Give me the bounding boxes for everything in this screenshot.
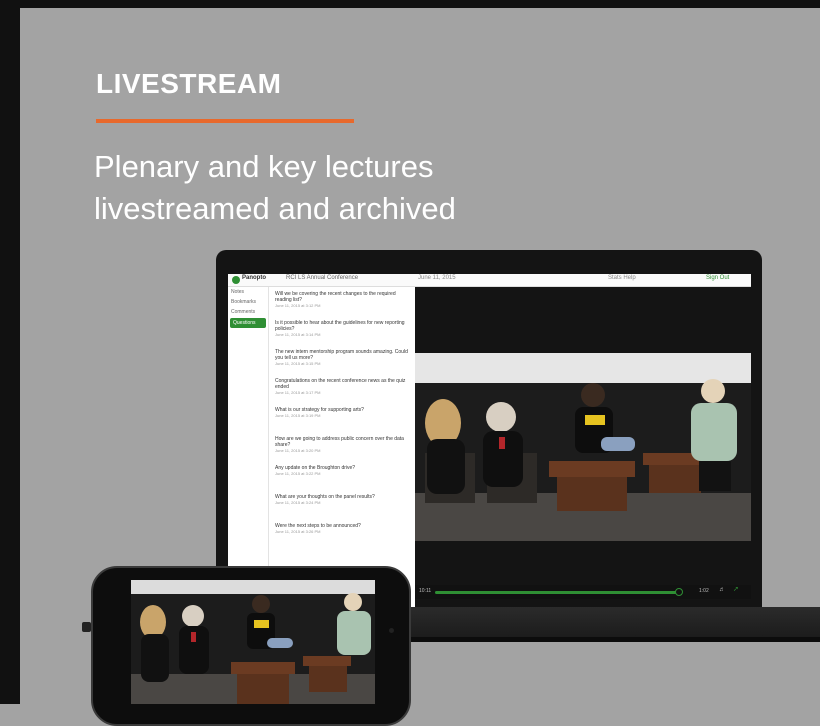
nav-item-questions[interactable]: Questions [230, 318, 266, 328]
question-item[interactable]: The new intern mentorship program sounds… [269, 345, 415, 369]
section-subtitle: Plenary and key lectures livestreamed an… [94, 146, 614, 230]
question-item[interactable]: Any update on the Broughton drive? June … [269, 461, 415, 485]
frame-top-border [0, 0, 820, 8]
question-item[interactable]: What is our strategy for supporting arts… [269, 403, 415, 427]
question-item[interactable]: Will we be covering the recent changes t… [269, 287, 415, 311]
side-nav: Notes Bookmarks Comments Questions [228, 287, 269, 608]
player-controls: 10:11 1:02 ♬ ➚ [415, 585, 751, 599]
phone-panel-scene [131, 580, 375, 704]
question-meta: June 11, 2015 at 3:20 PM [275, 448, 321, 453]
question-meta: June 11, 2015 at 3:17 PM [275, 390, 321, 395]
rate-icon[interactable]: ➚ [733, 585, 739, 593]
nav-item-comments[interactable]: Comments [228, 307, 268, 317]
laptop-device: Panopto RCI LS Annual Conference June 11… [216, 250, 762, 610]
section-heading: LIVESTREAM [96, 68, 282, 99]
question-meta: June 11, 2015 at 3:14 PM [275, 332, 321, 337]
question-meta: June 11, 2015 at 3:12 PM [275, 303, 321, 308]
phone-camera-dot [389, 628, 394, 633]
question-text: Is it possible to hear about the guideli… [275, 320, 405, 332]
question-meta: June 11, 2015 at 3:22 PM [275, 471, 321, 476]
frame-left-border [0, 0, 20, 704]
session-title: RCI LS Annual Conference [286, 275, 359, 281]
question-meta: June 11, 2015 at 3:15 PM [275, 361, 321, 366]
question-item[interactable]: Congratulations on the recent conference… [269, 374, 415, 398]
question-item[interactable]: Were the next steps to be announced? Jun… [269, 519, 415, 543]
laptop-screen: Panopto RCI LS Annual Conference June 11… [228, 274, 751, 608]
heading-underline [96, 119, 354, 123]
laptop-keyboard-base [380, 607, 820, 641]
header-menu[interactable]: Stats Help [608, 275, 636, 281]
question-item[interactable]: Is it possible to hear about the guideli… [269, 316, 415, 340]
questions-panel: Will we be covering the recent changes t… [269, 287, 416, 608]
sign-out-link[interactable]: Sign Out [706, 275, 729, 281]
question-text: How are we going to address public conce… [275, 436, 404, 448]
phone-side-button [82, 622, 91, 632]
question-meta: June 11, 2015 at 3:24 PM [275, 500, 321, 505]
duration: 1:02 [699, 588, 709, 594]
nav-item-bookmarks[interactable]: Bookmarks [228, 297, 268, 307]
subtitle-line-2: livestreamed and archived [94, 191, 456, 226]
volume-icon[interactable]: ♬ [719, 587, 725, 593]
laptop-edge [380, 637, 820, 642]
subtitle-line-1: Plenary and key lectures [94, 149, 434, 184]
video-frame[interactable] [415, 353, 751, 541]
question-meta: June 11, 2015 at 3:26 PM [275, 529, 321, 534]
panel-discussion-scene [415, 353, 751, 541]
nav-item-notes[interactable]: Notes [228, 287, 268, 297]
app-header-bar: Panopto RCI LS Annual Conference June 11… [228, 274, 751, 287]
panopto-logo-icon [232, 276, 240, 284]
question-text: Will we be covering the recent changes t… [275, 291, 396, 303]
question-meta: June 11, 2015 at 3:19 PM [275, 413, 321, 418]
phone-video-frame[interactable] [131, 580, 375, 704]
progress-track[interactable] [435, 591, 679, 594]
session-date: June 11, 2015 [418, 275, 456, 281]
current-time: 10:11 [419, 588, 432, 594]
question-text: The new intern mentorship program sounds… [275, 349, 408, 361]
question-item[interactable]: What are your thoughts on the panel resu… [269, 490, 415, 514]
app-name: Panopto [242, 275, 266, 281]
question-item[interactable]: How are we going to address public conce… [269, 432, 415, 456]
question-text: Congratulations on the recent conference… [275, 378, 406, 390]
progress-knob[interactable] [675, 588, 683, 596]
video-player[interactable]: 10:11 1:02 ♬ ➚ [415, 287, 751, 608]
